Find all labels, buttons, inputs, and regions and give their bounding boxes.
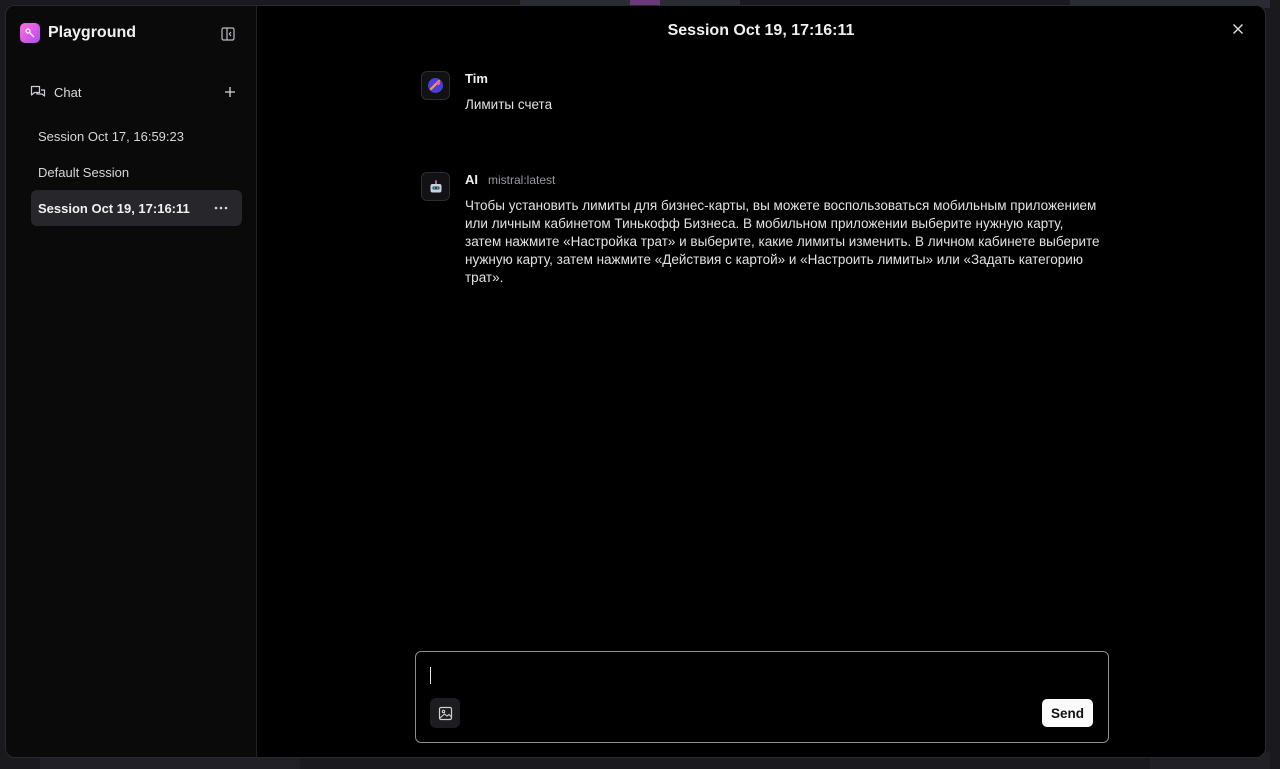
user-avatar-icon xyxy=(428,78,443,93)
playground-logo-icon xyxy=(20,23,40,43)
session-more-button[interactable] xyxy=(212,200,230,216)
message-text: Лимиты счета xyxy=(465,97,553,112)
avatar xyxy=(421,172,450,201)
chat-bubbles-icon xyxy=(30,85,46,97)
attach-image-button[interactable] xyxy=(430,698,460,728)
send-button[interactable]: Send xyxy=(1041,699,1093,727)
sidebar-collapse-icon xyxy=(221,27,235,41)
session-label: Session Oct 17, 16:59:23 xyxy=(38,128,184,144)
text-caret xyxy=(430,667,431,684)
new-chat-button[interactable] xyxy=(220,82,240,102)
sidebar: Playground Chat Session Oct 17, 16:59:23… xyxy=(6,6,257,757)
session-list: Session Oct 17, 16:59:23 Default Session… xyxy=(31,118,242,226)
message-author: AI xyxy=(465,172,478,187)
session-item[interactable]: Default Session xyxy=(31,154,242,190)
message-model: mistral:latest xyxy=(488,173,556,187)
robot-icon xyxy=(430,179,441,192)
chat-label: Chat xyxy=(54,84,82,100)
page-title: Session Oct 19, 17:16:11 xyxy=(667,22,855,39)
avatar xyxy=(421,71,450,100)
close-icon xyxy=(1233,24,1243,34)
message-ai: AI mistral:latest Чтобы установить лимит… xyxy=(421,172,1101,287)
close-button[interactable] xyxy=(1229,20,1247,38)
brand: Playground xyxy=(20,23,136,43)
session-label: Default Session xyxy=(38,164,130,180)
sidebar-collapse-button[interactable] xyxy=(218,24,238,44)
message-text: Чтобы установить лимиты для бизнес-карты… xyxy=(465,198,1100,285)
session-label: Session Oct 19, 17:16:11 xyxy=(38,200,190,216)
message-author: Tim xyxy=(465,71,488,86)
image-icon xyxy=(438,706,452,720)
session-modal: Playground Chat Session Oct 17, 16:59:23… xyxy=(5,5,1266,758)
message-user: Tim Лимиты счета xyxy=(421,71,1101,114)
message-composer[interactable]: Send xyxy=(415,651,1109,743)
chat-section-header: Chat xyxy=(30,82,240,102)
session-item[interactable]: Session Oct 17, 16:59:23 xyxy=(31,118,242,154)
session-item-active[interactable]: Session Oct 19, 17:16:11 xyxy=(31,190,242,226)
chat-main: Session Oct 19, 17:16:11 Tim Лимиты счет… xyxy=(257,6,1265,757)
ellipsis-icon xyxy=(214,206,228,210)
plus-icon xyxy=(225,87,235,97)
app-title: Playground xyxy=(48,24,137,41)
